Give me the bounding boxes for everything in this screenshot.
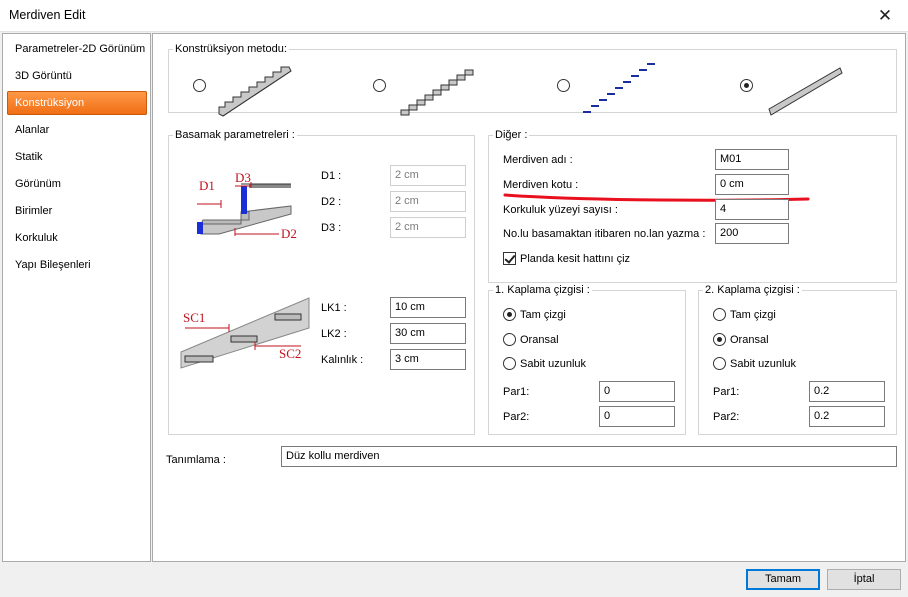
sidebar-item-korkuluk[interactable]: Korkuluk xyxy=(7,226,147,250)
other-group: Diğer : Merdiven adı : M01 Merdiven kotu… xyxy=(488,128,897,283)
construction-method-group: Konstrüksiyon metodu: xyxy=(168,42,897,117)
title-bar: Merdiven Edit ✕ xyxy=(0,0,908,32)
main-panel: Konstrüksiyon metodu: Basamak parametrel… xyxy=(152,33,906,562)
sidebar-item-statik[interactable]: Statik xyxy=(7,145,147,169)
lk1-field[interactable]: 10 cm xyxy=(390,297,466,318)
step-profile-diagram: D1 D3 D2 xyxy=(197,170,297,241)
step-params-legend: Basamak parametreleri : xyxy=(173,128,297,142)
diagram-label-d2: D2 xyxy=(281,226,297,241)
d1-field[interactable]: 2 cm xyxy=(390,165,466,186)
coating1-par2-label: Par2: xyxy=(503,411,530,423)
coating1-par1-field[interactable]: 0 xyxy=(599,381,675,402)
button-bar: Tamam İptal xyxy=(0,563,908,597)
construction-option-4-radio[interactable] xyxy=(740,79,753,92)
coating1-legend: 1. Kaplama çizgisi : xyxy=(493,283,592,297)
kalinlik-field[interactable]: 3 cm xyxy=(390,349,466,370)
d2-field[interactable]: 2 cm xyxy=(390,191,466,212)
d3-field[interactable]: 2 cm xyxy=(390,217,466,238)
coating2-proportional-label: Oransal xyxy=(730,334,769,346)
other-legend: Diğer : xyxy=(493,128,530,142)
cancel-button[interactable]: İptal xyxy=(827,569,901,590)
construction-option-2-radio[interactable] xyxy=(373,79,386,92)
sidebar-item-birimler[interactable]: Birimler xyxy=(7,199,147,223)
close-icon[interactable]: ✕ xyxy=(862,0,908,31)
coating2-fixed-label: Sabit uzunluk xyxy=(730,358,797,370)
coating1-full-radio[interactable] xyxy=(503,308,516,321)
section-line-checkbox[interactable] xyxy=(503,252,516,265)
diagram-label-d1: D1 xyxy=(199,178,215,193)
stair-dashed-steps-icon[interactable] xyxy=(581,62,665,118)
diagram-label-sc2: SC2 xyxy=(279,346,301,361)
coating2-par2-field[interactable]: 0.2 xyxy=(809,406,885,427)
coating2-legend: 2. Kaplama çizgisi : xyxy=(703,283,802,297)
coating1-par1-label: Par1: xyxy=(503,386,530,398)
sidebar-item-parametreler[interactable]: Parametreler-2D Görünüm xyxy=(7,37,147,61)
coating1-full-label: Tam çizgi xyxy=(520,309,566,321)
numbering-label: No.lu basamaktan itibaren no.lan yazma : xyxy=(503,228,706,240)
ok-button[interactable]: Tamam xyxy=(746,569,820,590)
kalinlik-label: Kalınlık : xyxy=(321,354,364,366)
railing-surface-field[interactable]: 4 xyxy=(715,199,789,220)
window-title: Merdiven Edit xyxy=(9,8,86,22)
step-coating-diagram: SC1 SC2 xyxy=(180,297,310,369)
coating1-group: 1. Kaplama çizgisi : Tam çizgi Oransal S… xyxy=(488,283,686,435)
stair-solid-stepped-icon[interactable] xyxy=(217,62,297,118)
sidebar-item-3d-goruntu[interactable]: 3D Görüntü xyxy=(7,64,147,88)
lk1-label: LK1 : xyxy=(321,302,347,314)
coating1-proportional-label: Oransal xyxy=(520,334,559,346)
sidebar: Parametreler-2D Görünüm 3D Görüntü Konst… xyxy=(2,33,151,562)
lk2-field[interactable]: 30 cm xyxy=(390,323,466,344)
diagram-label-sc1: SC1 xyxy=(183,310,205,325)
stair-name-field[interactable]: M01 xyxy=(715,149,789,170)
diagram-label-d3: D3 xyxy=(235,170,251,185)
construction-option-1-radio[interactable] xyxy=(193,79,206,92)
stair-slab-icon[interactable] xyxy=(767,66,847,116)
coating1-proportional-radio[interactable] xyxy=(503,333,516,346)
coating2-full-label: Tam çizgi xyxy=(730,309,776,321)
stair-stepped-double-icon[interactable] xyxy=(399,62,479,118)
coating1-fixed-radio[interactable] xyxy=(503,357,516,370)
coating2-fixed-radio[interactable] xyxy=(713,357,726,370)
numbering-field[interactable]: 200 xyxy=(715,223,789,244)
definition-field[interactable]: Düz kollu merdiven xyxy=(281,446,897,467)
lk2-label: LK2 : xyxy=(321,328,347,340)
stair-elevation-label: Merdiven kotu : xyxy=(503,179,579,191)
construction-option-3-radio[interactable] xyxy=(557,79,570,92)
definition-label: Tanımlama : xyxy=(166,454,226,466)
stair-name-label: Merdiven adı : xyxy=(503,154,573,166)
railing-surface-label: Korkuluk yüzeyi sayısı : xyxy=(503,204,618,216)
sidebar-item-alanlar[interactable]: Alanlar xyxy=(7,118,147,142)
coating2-group: 2. Kaplama çizgisi : Tam çizgi Oransal S… xyxy=(698,283,897,435)
coating2-full-radio[interactable] xyxy=(713,308,726,321)
coating1-par2-field[interactable]: 0 xyxy=(599,406,675,427)
coating2-par1-label: Par1: xyxy=(713,386,740,398)
sidebar-item-yapi-bilesenleri[interactable]: Yapı Bileşenleri xyxy=(7,253,147,277)
sidebar-item-konstruksiyon[interactable]: Konstrüksiyon xyxy=(7,91,147,115)
section-line-label: Planda kesit hattını çiz xyxy=(520,253,631,265)
coating2-proportional-radio[interactable] xyxy=(713,333,726,346)
d3-label: D3 : xyxy=(321,222,342,234)
coating2-par2-label: Par2: xyxy=(713,411,740,423)
d2-label: D2 : xyxy=(321,196,342,208)
coating2-par1-field[interactable]: 0.2 xyxy=(809,381,885,402)
construction-method-legend: Konstrüksiyon metodu: xyxy=(173,42,289,56)
sidebar-item-gorunum[interactable]: Görünüm xyxy=(7,172,147,196)
d1-label: D1 : xyxy=(321,170,342,182)
coating1-fixed-label: Sabit uzunluk xyxy=(520,358,587,370)
step-params-group: Basamak parametreleri : D1 D3 D2 SC1 SC2… xyxy=(168,128,475,435)
